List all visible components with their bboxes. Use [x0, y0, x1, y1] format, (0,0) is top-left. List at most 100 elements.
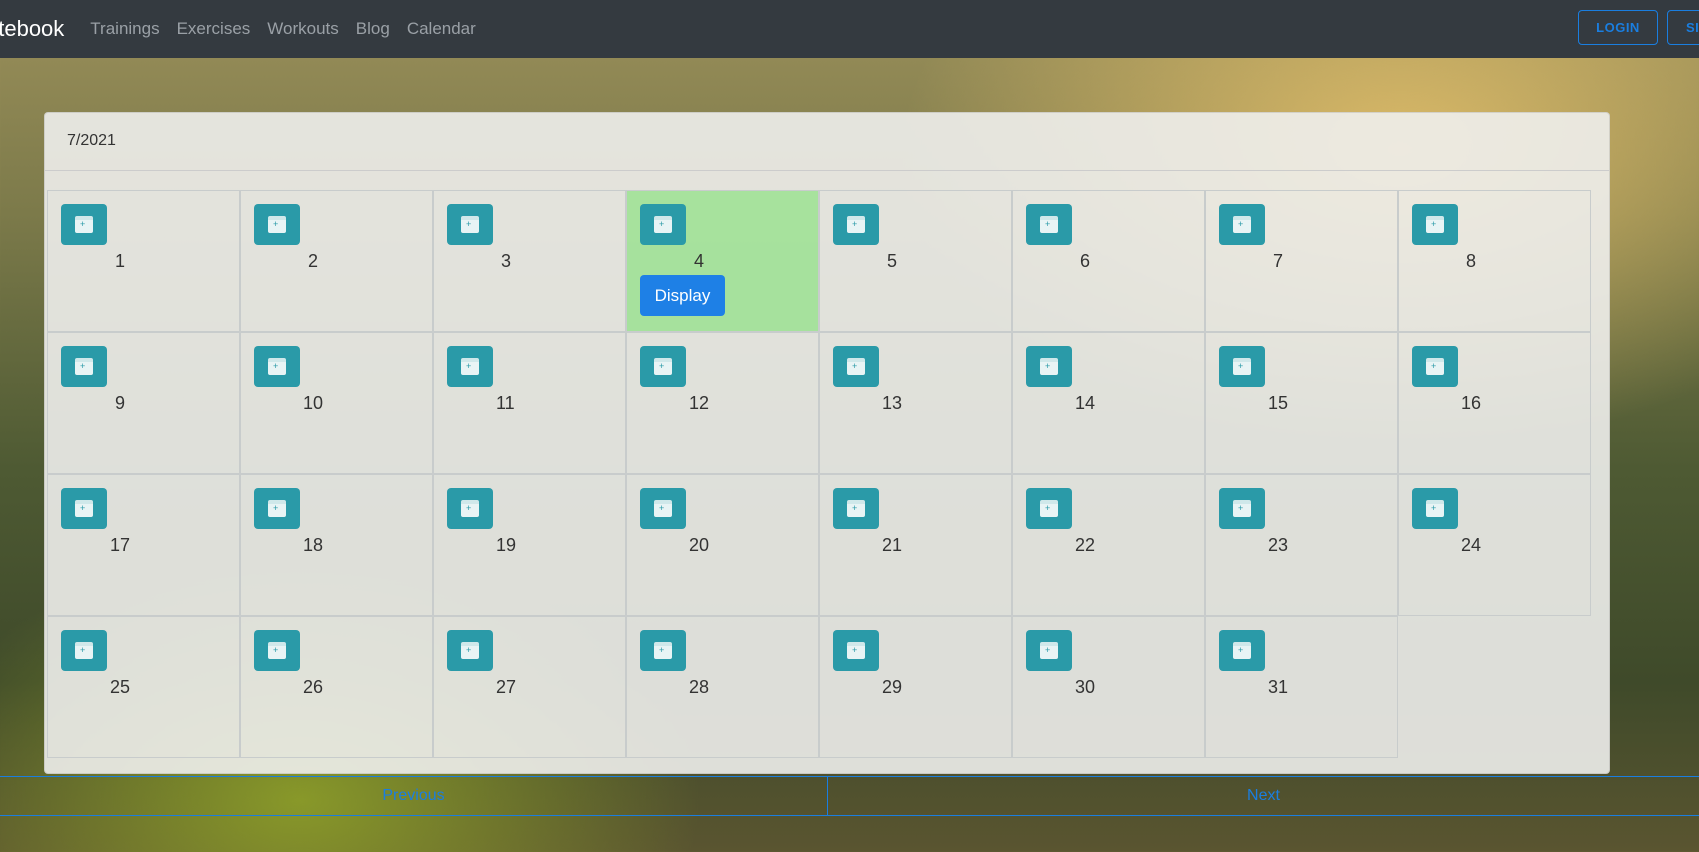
day-cell[interactable]: 15	[1205, 332, 1398, 474]
day-number: 12	[689, 393, 710, 413]
day-cell[interactable]: 19	[433, 474, 626, 616]
calendar-add-icon[interactable]	[254, 204, 300, 245]
calendar-add-icon[interactable]	[833, 346, 879, 387]
day-number: 5	[887, 251, 898, 271]
day-number: 27	[496, 677, 517, 697]
nav-trainings[interactable]: Trainings	[90, 19, 159, 39]
calendar-add-icon[interactable]	[833, 488, 879, 529]
calendar-add-icon[interactable]	[447, 204, 493, 245]
day-number: 19	[496, 535, 517, 555]
calendar-add-icon[interactable]	[833, 204, 879, 245]
day-cell[interactable]: 27	[433, 616, 626, 758]
nav-exercises[interactable]: Exercises	[177, 19, 251, 39]
day-number: 6	[1080, 251, 1091, 271]
day-cell[interactable]: 26	[240, 616, 433, 758]
day-cell[interactable]: 23	[1205, 474, 1398, 616]
day-cell[interactable]: 17	[47, 474, 240, 616]
calendar-add-icon[interactable]	[640, 630, 686, 671]
day-number: 21	[882, 535, 903, 555]
calendar-add-icon[interactable]	[1412, 346, 1458, 387]
day-cell[interactable]: 21	[819, 474, 1012, 616]
calendar-add-icon[interactable]	[833, 630, 879, 671]
calendar-add-icon[interactable]	[1412, 204, 1458, 245]
day-cell[interactable]: 20	[626, 474, 819, 616]
brand-logo[interactable]: otebook	[0, 16, 64, 42]
day-cell[interactable]: 11	[433, 332, 626, 474]
day-number: 4	[694, 251, 705, 271]
day-cell[interactable]: 3	[433, 190, 626, 332]
day-number: 25	[110, 677, 131, 697]
day-number: 26	[303, 677, 324, 697]
navbar: otebook Trainings Exercises Workouts Blo…	[0, 0, 1699, 58]
day-cell[interactable]: 31	[1205, 616, 1398, 758]
next-button[interactable]: Next	[827, 777, 1699, 815]
calendar-add-icon[interactable]	[1219, 204, 1265, 245]
day-number: 14	[1075, 393, 1096, 413]
calendar-add-icon[interactable]	[61, 630, 107, 671]
pagination: Previous Next	[0, 776, 1699, 816]
day-cell[interactable]: 16	[1398, 332, 1591, 474]
nav-blog[interactable]: Blog	[356, 19, 390, 39]
day-cell[interactable]: 12	[626, 332, 819, 474]
day-cell[interactable]: 4 Display	[626, 190, 819, 332]
calendar-add-icon[interactable]	[1412, 488, 1458, 529]
calendar-add-icon[interactable]	[254, 346, 300, 387]
day-cell[interactable]: 14	[1012, 332, 1205, 474]
day-cell[interactable]: 24	[1398, 474, 1591, 616]
calendar-add-icon[interactable]	[61, 346, 107, 387]
calendar-add-icon[interactable]	[640, 346, 686, 387]
calendar-add-icon[interactable]	[640, 488, 686, 529]
calendar-add-icon[interactable]	[1219, 346, 1265, 387]
calendar-add-icon[interactable]	[254, 630, 300, 671]
day-cell[interactable]: 7	[1205, 190, 1398, 332]
nav-workouts[interactable]: Workouts	[267, 19, 339, 39]
day-cell[interactable]: 5	[819, 190, 1012, 332]
day-number: 31	[1268, 677, 1289, 697]
calendar-add-icon[interactable]	[447, 346, 493, 387]
day-number: 17	[110, 535, 131, 555]
calendar-add-icon[interactable]	[1026, 346, 1072, 387]
display-button[interactable]: Display	[640, 275, 725, 316]
day-cell[interactable]: 2	[240, 190, 433, 332]
login-button[interactable]: LOGIN	[1578, 10, 1658, 45]
day-number: 10	[303, 393, 324, 413]
day-number: 2	[308, 251, 319, 271]
day-cell[interactable]: 10	[240, 332, 433, 474]
day-cell[interactable]: 18	[240, 474, 433, 616]
day-cell[interactable]: 22	[1012, 474, 1205, 616]
calendar-add-icon[interactable]	[254, 488, 300, 529]
calendar-add-icon[interactable]	[447, 488, 493, 529]
calendar-add-icon[interactable]	[1026, 630, 1072, 671]
calendar-card: 7/2021 1234Display5678910111213141516171…	[44, 112, 1610, 774]
day-cell[interactable]: 1	[47, 190, 240, 332]
day-cell[interactable]: 8	[1398, 190, 1591, 332]
day-number: 29	[882, 677, 903, 697]
day-cell[interactable]: 28	[626, 616, 819, 758]
calendar-add-icon[interactable]	[447, 630, 493, 671]
calendar-add-icon[interactable]	[61, 488, 107, 529]
calendar-add-icon[interactable]	[1219, 630, 1265, 671]
day-number: 22	[1075, 535, 1096, 555]
day-number: 1	[115, 251, 126, 271]
calendar-add-icon[interactable]	[1219, 488, 1265, 529]
day-number: 18	[303, 535, 324, 555]
nav-calendar[interactable]: Calendar	[407, 19, 476, 39]
day-cell[interactable]: 6	[1012, 190, 1205, 332]
calendar-add-icon[interactable]	[1026, 488, 1072, 529]
day-cell[interactable]: 30	[1012, 616, 1205, 758]
day-number: 9	[115, 393, 126, 413]
day-cell[interactable]: 29	[819, 616, 1012, 758]
day-number: 23	[1268, 535, 1289, 555]
calendar-add-icon[interactable]	[640, 204, 686, 245]
day-number: 8	[1466, 251, 1477, 271]
day-cell[interactable]: 25	[47, 616, 240, 758]
signup-button[interactable]: SI	[1667, 10, 1699, 45]
day-cell[interactable]: 9	[47, 332, 240, 474]
day-cell[interactable]: 13	[819, 332, 1012, 474]
calendar-add-icon[interactable]	[61, 204, 107, 245]
day-number: 28	[689, 677, 710, 697]
previous-button[interactable]: Previous	[0, 777, 827, 815]
day-number: 7	[1273, 251, 1284, 271]
month-label: 7/2021	[45, 113, 1609, 171]
calendar-add-icon[interactable]	[1026, 204, 1072, 245]
